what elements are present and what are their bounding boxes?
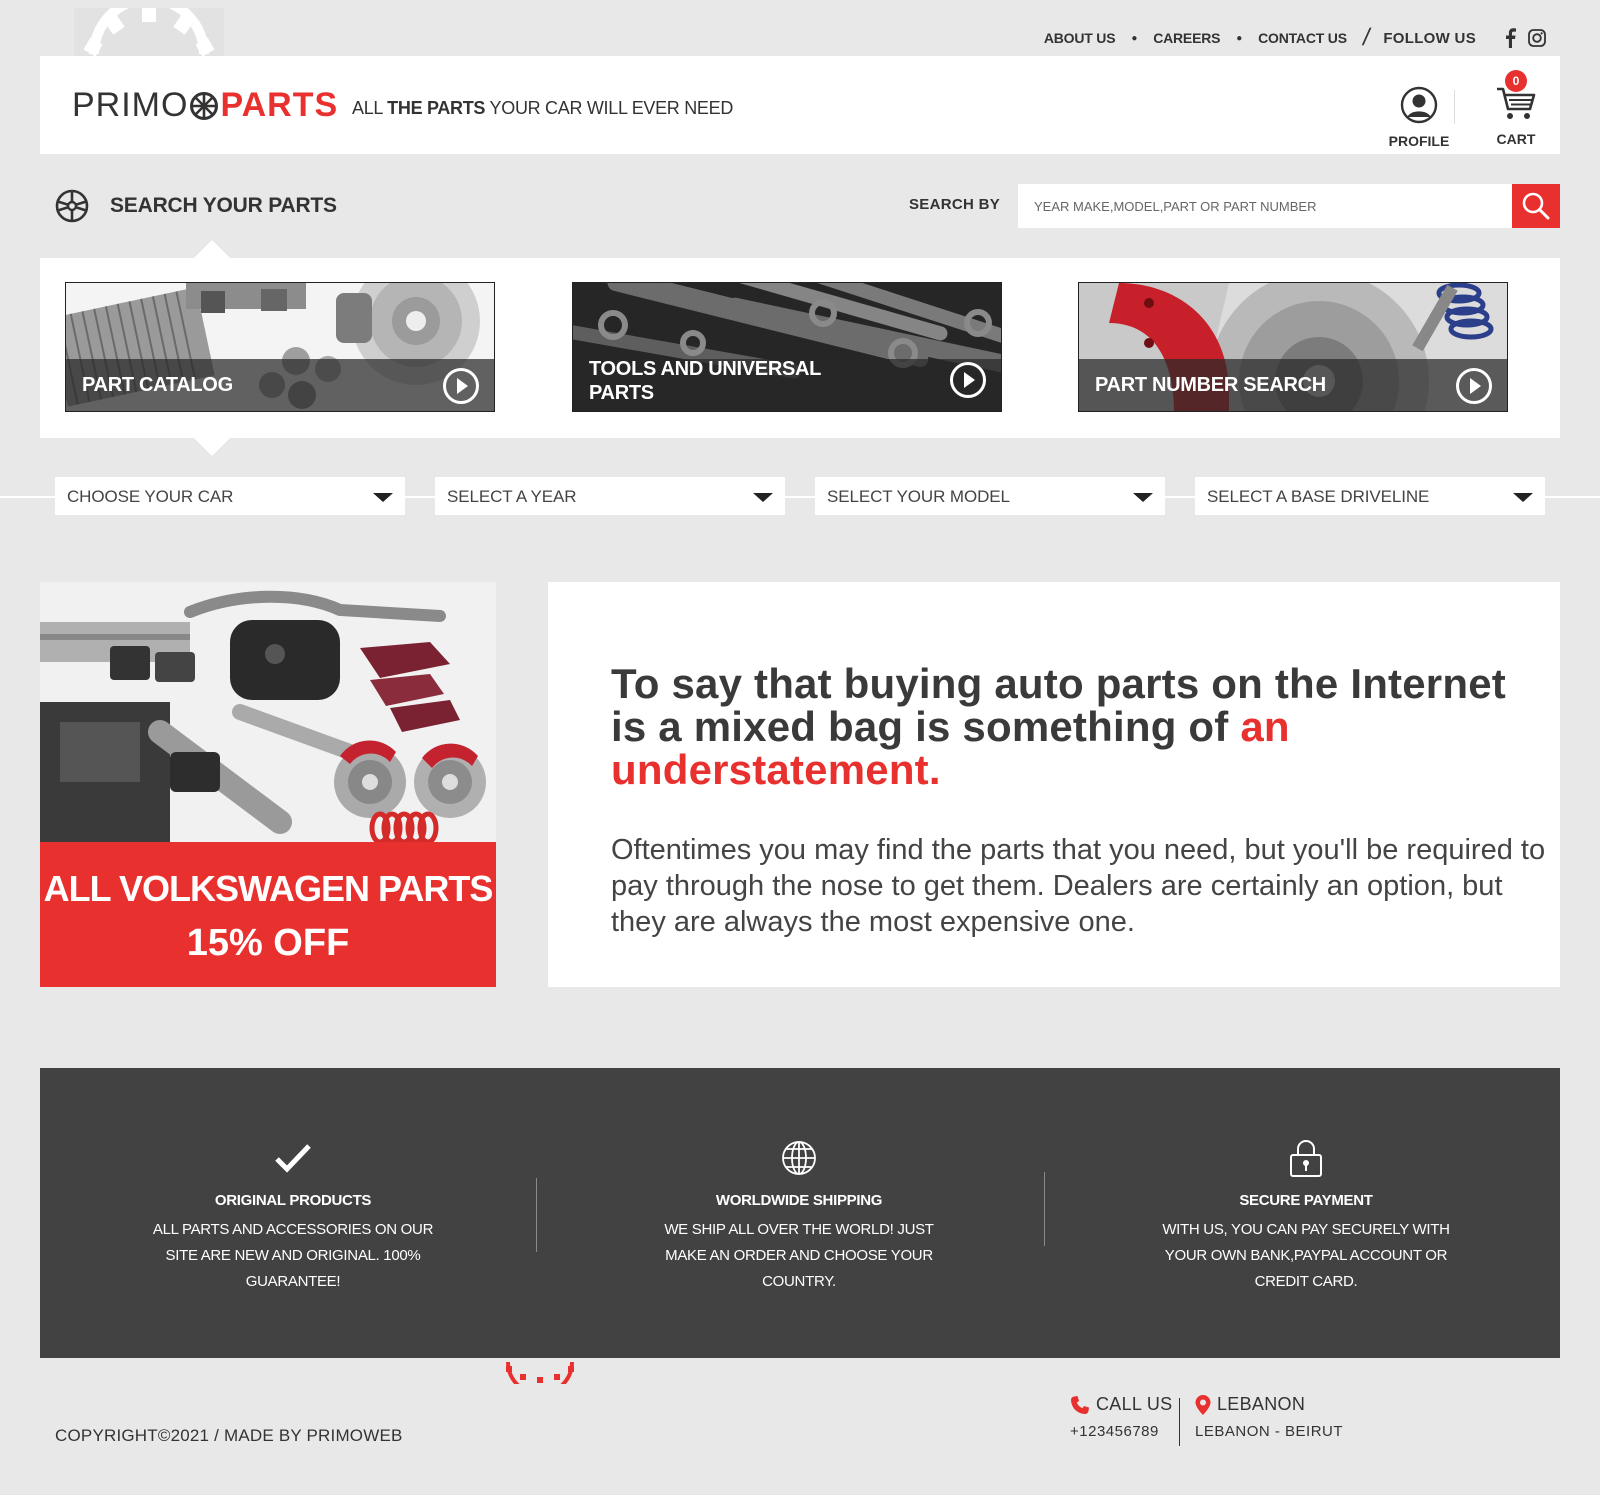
feature-text: ALL PARTS AND ACCESSORIES ON OUR SITE AR… [152, 1221, 434, 1290]
search-icon [1522, 192, 1550, 220]
search-title: SEARCH YOUR PARTS [54, 188, 337, 224]
site-logo[interactable]: PRIMO PARTS [72, 86, 338, 125]
feature-secure-payment: SECURE PAYMENT WITH US, YOU CAN PAY SECU… [1156, 1138, 1456, 1295]
location-block: LEBANON LEBANON - BEIRUT [1195, 1394, 1343, 1440]
instagram-icon[interactable] [1528, 29, 1546, 47]
cart-count-badge: 0 [1505, 70, 1527, 92]
profile-label: PROFILE [1388, 133, 1450, 149]
promo-caption: ALL VOLKSWAGEN PARTS 15% OFF [40, 842, 496, 987]
cart-label: CART [1496, 131, 1536, 147]
category-panel: PART CATALOG TOOLS AND UNIVERSAL PARTS P… [40, 258, 1560, 438]
tools-universal-parts-card[interactable]: TOOLS AND UNIVERSAL PARTS [572, 282, 1002, 412]
location-label: LEBANON [1217, 1394, 1306, 1414]
tagline-emphasis: THE PARTS [387, 98, 486, 118]
nav-separator-dot: ● [1131, 32, 1138, 44]
logo-text-parts: PARTS [220, 86, 339, 124]
header-divider [1454, 90, 1455, 124]
play-icon[interactable] [1455, 367, 1493, 405]
feature-title: WORLDWIDE SHIPPING [715, 1192, 883, 1209]
tagline-part: YOUR CAR WILL EVER NEED [485, 98, 734, 118]
follow-us-label: FOLLOW US [1383, 29, 1476, 47]
top-navigation: ABOUT US ● CAREERS ● CONTACT US / FOLLOW… [1044, 24, 1546, 52]
checkmark-icon [275, 1144, 311, 1173]
phone-link[interactable]: +123456789 [1070, 1423, 1159, 1440]
search-title-text: SEARCH YOUR PARTS [110, 194, 337, 217]
nav-separator-slash: / [1360, 24, 1372, 51]
card-title: TOOLS AND UNIVERSAL PARTS [589, 358, 821, 404]
select-value: CHOOSE YOUR CAR [67, 487, 234, 506]
select-value: SELECT A YEAR [447, 487, 577, 506]
feature-worldwide-shipping: WORLDWIDE SHIPPING WE SHIP ALL OVER THE … [649, 1138, 949, 1295]
search-input[interactable] [1018, 184, 1512, 228]
search-button[interactable] [1512, 184, 1560, 228]
article-body: Oftentimes you may find the parts that y… [611, 834, 1546, 938]
auto-parts-image [40, 582, 496, 842]
panel-pointer-bottom [194, 438, 230, 456]
phone-icon [1071, 1395, 1089, 1414]
call-us-block: CALL US +123456789 [1070, 1394, 1172, 1440]
select-value: SELECT A BASE DRIVELINE [1207, 487, 1430, 506]
feature-divider [536, 1178, 537, 1252]
promo-discount: 15% OFF [186, 922, 350, 964]
nav-separator-dot: ● [1236, 32, 1243, 44]
feature-title: SECURE PAYMENT [1239, 1192, 1373, 1209]
address-text: LEBANON - BEIRUT [1195, 1423, 1344, 1440]
play-icon[interactable] [442, 367, 480, 405]
location-pin-icon [1195, 1394, 1211, 1415]
feature-title: ORIGINAL PRODUCTS [214, 1192, 372, 1209]
volkswagen-promo-banner[interactable]: ALL VOLKSWAGEN PARTS 15% OFF [40, 582, 496, 987]
site-tagline: ALL THE PARTS YOUR CAR WILL EVER NEED [352, 98, 733, 119]
card-title: PART CATALOG [82, 374, 233, 396]
choose-car-select[interactable]: CHOOSE YOUR CAR [55, 477, 405, 515]
select-year-select[interactable]: SELECT A YEAR [435, 477, 785, 515]
search-bar: SEARCH YOUR PARTS SEARCH BY [40, 184, 1560, 230]
gear-decoration-icon [506, 1361, 574, 1384]
card-title: PART NUMBER SEARCH [1095, 374, 1326, 396]
contact-divider [1179, 1398, 1180, 1446]
promo-title: ALL VOLKSWAGEN PARTS [43, 868, 494, 909]
caret-down-icon [373, 493, 393, 502]
heading-text: To say that buying auto parts on the Int… [611, 660, 1506, 750]
feature-text: WE SHIP ALL OVER THE WORLD! JUST MAKE AN… [664, 1221, 934, 1290]
caret-down-icon [1133, 493, 1153, 502]
logo-wheel-icon [190, 91, 219, 120]
careers-link[interactable]: CAREERS [1153, 30, 1220, 46]
cart-button[interactable]: 0 CART [1476, 70, 1556, 147]
panel-pointer-top [194, 240, 230, 258]
site-header: PRIMO PARTS ALL THE PARTS YOUR CAR WILL … [40, 56, 1560, 154]
gear-decoration-icon [74, 8, 224, 56]
caret-down-icon [753, 493, 773, 502]
select-model-select[interactable]: SELECT YOUR MODEL [815, 477, 1165, 515]
globe-icon [782, 1141, 816, 1175]
facebook-icon[interactable] [1504, 28, 1516, 48]
wheel-icon [55, 189, 89, 223]
copyright-text: COPYRIGHT©2021 / MADE BY PRIMOWEB [55, 1426, 403, 1445]
user-icon [1400, 86, 1438, 124]
intro-article: To say that buying auto parts on the Int… [548, 582, 1560, 987]
profile-button[interactable]: PROFILE [1376, 86, 1462, 149]
tagline-part: ALL [352, 98, 388, 118]
lock-icon [1290, 1140, 1322, 1177]
part-catalog-card[interactable]: PART CATALOG [65, 282, 495, 412]
caret-down-icon [1513, 493, 1533, 502]
select-value: SELECT YOUR MODEL [827, 487, 1010, 506]
contact-us-link[interactable]: CONTACT US [1258, 30, 1347, 46]
call-us-label: CALL US [1096, 1394, 1173, 1414]
logo-text-primo: PRIMO [72, 86, 189, 124]
search-by-label: SEARCH BY [909, 196, 1001, 213]
features-panel: ORIGINAL PRODUCTS ALL PARTS AND ACCESSOR… [40, 1068, 1560, 1358]
about-us-link[interactable]: ABOUT US [1044, 30, 1116, 46]
feature-text: WITH US, YOU CAN PAY SECURELY WITH YOUR … [1162, 1221, 1450, 1290]
article-heading: To say that buying auto parts on the Int… [611, 662, 1541, 791]
part-number-search-card[interactable]: PART NUMBER SEARCH [1078, 282, 1508, 412]
play-icon[interactable] [949, 361, 987, 399]
select-driveline-select[interactable]: SELECT A BASE DRIVELINE [1195, 477, 1545, 515]
feature-original-products: ORIGINAL PRODUCTS ALL PARTS AND ACCESSOR… [143, 1138, 443, 1295]
feature-divider [1044, 1172, 1045, 1246]
